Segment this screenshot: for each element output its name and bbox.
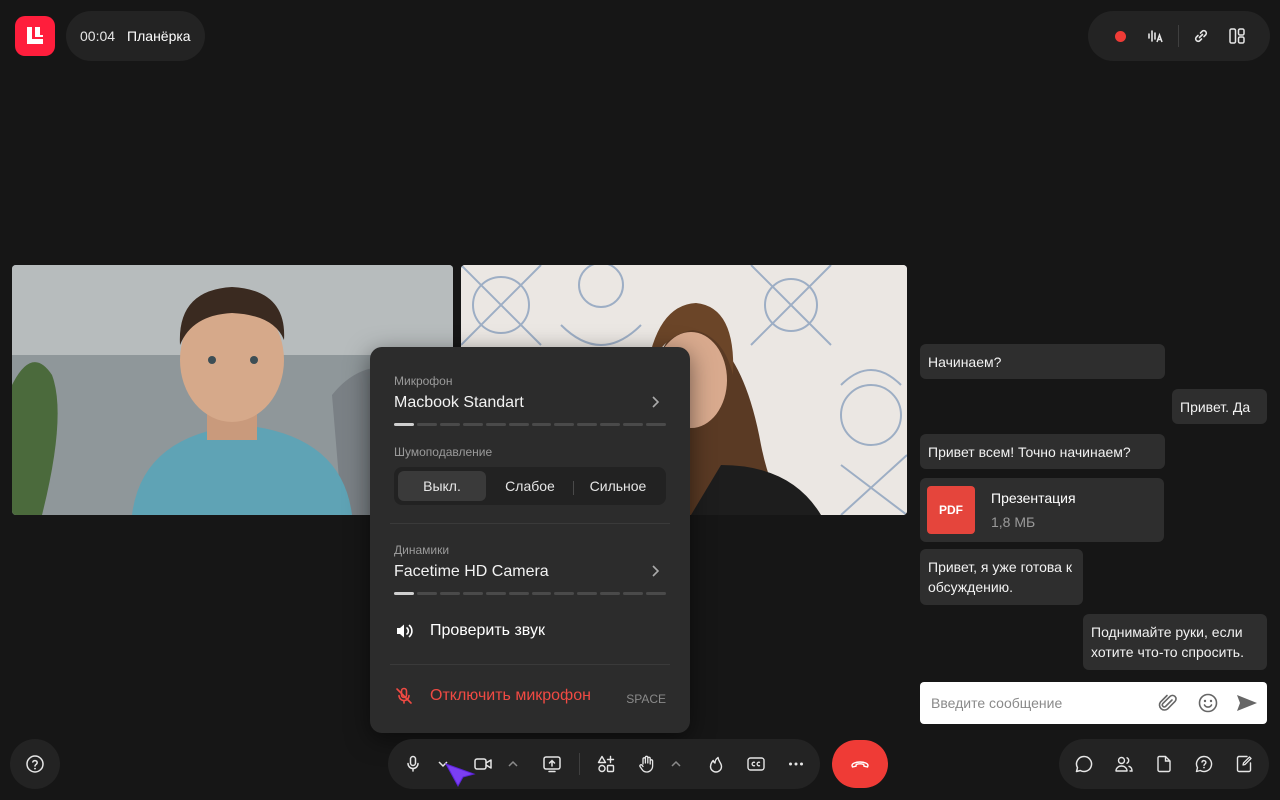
file-name: Презентация (991, 490, 1076, 506)
noise-option-weak-label: Слабое (505, 478, 555, 494)
microphone-label: Микрофон (394, 374, 453, 388)
pdf-file-icon: PDF (927, 486, 975, 534)
transcription-button[interactable] (1138, 18, 1174, 54)
file-size: 1,8 МБ (991, 514, 1036, 530)
app-logo (15, 16, 55, 56)
speakers-select[interactable]: Facetime HD Camera (394, 563, 549, 581)
link-icon (1194, 29, 1208, 43)
chat-file-attachment[interactable]: PDF Презентация 1,8 МБ (920, 478, 1164, 542)
mute-microphone-label: Отключить микрофон (430, 687, 591, 704)
noise-option-off[interactable]: Выкл. (398, 471, 486, 501)
divider (579, 753, 580, 775)
attach-icon[interactable] (1157, 692, 1179, 714)
chevron-right-icon[interactable] (650, 564, 660, 578)
files-icon (1157, 755, 1171, 773)
microphone-select[interactable]: Macbook Standart (394, 394, 524, 412)
emoji-icon[interactable] (1197, 692, 1219, 714)
chat-message: Привет всем! Точно начинаем? (920, 434, 1165, 469)
raise-hand-button[interactable] (635, 752, 659, 776)
side-panel-controls (1059, 739, 1269, 789)
microphone-button[interactable] (401, 752, 425, 776)
mute-shortcut-hint: SPACE (626, 692, 666, 706)
camera-options-button[interactable] (501, 752, 525, 776)
microphone-level-meter (394, 423, 667, 426)
test-sound-button[interactable]: Проверить звук (394, 621, 545, 641)
top-controls (1088, 11, 1270, 61)
apps-icon (597, 755, 615, 773)
chat-message: Привет, я уже готова к обсуждению. (920, 549, 1083, 605)
meeting-info: 00:04 Планёрка (66, 11, 205, 61)
noise-option-strong[interactable]: Сильное (574, 471, 662, 501)
layout-icon (1229, 28, 1245, 44)
noise-option-weak[interactable]: Слабое (486, 471, 574, 501)
apps-button[interactable] (594, 752, 618, 776)
chat-message: Привет. Да (1172, 389, 1267, 424)
reaction-icon (709, 756, 723, 773)
logo-icon (27, 27, 43, 44)
divider (390, 664, 670, 665)
help-button[interactable] (10, 739, 60, 789)
chevron-up-icon (671, 760, 681, 767)
speakers-label: Динамики (394, 543, 450, 557)
meeting-title: Планёрка (127, 28, 191, 44)
speakers-level-meter (394, 592, 667, 595)
captions-button[interactable] (744, 752, 768, 776)
chat-message-input[interactable] (931, 695, 1151, 711)
files-button[interactable] (1152, 752, 1176, 776)
more-icon (789, 762, 803, 766)
microphone-off-icon (396, 687, 412, 704)
chevron-up-icon (508, 760, 518, 767)
audio-settings-popup: Микрофон Macbook Standart Шумоподавление… (370, 347, 690, 733)
chat-message: Поднимайте руки, если хотите что-то спро… (1083, 614, 1267, 670)
record-indicator-icon (1114, 30, 1126, 42)
test-sound-label: Проверить звук (430, 622, 545, 639)
record-button[interactable] (1102, 18, 1138, 54)
raise-hand-icon (639, 755, 654, 773)
raise-hand-options-button[interactable] (664, 752, 688, 776)
chat-button[interactable] (1072, 752, 1096, 776)
participants-icon (1115, 756, 1133, 772)
layout-button[interactable] (1219, 18, 1255, 54)
more-button[interactable] (784, 752, 808, 776)
microphone-icon (407, 755, 419, 772)
divider (390, 523, 670, 524)
copy-link-button[interactable] (1183, 18, 1219, 54)
noise-suppression-label: Шумоподавление (394, 445, 493, 459)
help-icon (26, 755, 44, 773)
chat-icon (1075, 755, 1093, 773)
end-call-icon (851, 761, 869, 768)
meeting-timer: 00:04 (80, 28, 116, 44)
divider (1178, 25, 1179, 47)
speaker-icon (397, 624, 413, 638)
chevron-right-icon[interactable] (650, 395, 660, 409)
share-screen-icon (543, 756, 561, 773)
camera-icon (474, 758, 492, 770)
mouse-cursor-icon (444, 763, 476, 788)
reaction-button[interactable] (704, 752, 728, 776)
transcription-icon (1148, 30, 1163, 43)
questions-icon (1195, 755, 1213, 773)
participants-button[interactable] (1112, 752, 1136, 776)
chat-message: Начинаем? (920, 344, 1165, 379)
send-icon[interactable] (1235, 692, 1259, 714)
chat-input-bar (920, 682, 1267, 724)
share-screen-button[interactable] (540, 752, 564, 776)
notes-button[interactable] (1232, 752, 1256, 776)
end-call-button[interactable] (832, 740, 888, 788)
captions-icon (747, 757, 765, 771)
noise-suppression-segmented: Выкл. Слабое Сильное (394, 467, 666, 505)
mute-microphone-button[interactable]: Отключить микрофон (394, 686, 591, 706)
questions-button[interactable] (1192, 752, 1216, 776)
notes-icon (1236, 755, 1252, 773)
